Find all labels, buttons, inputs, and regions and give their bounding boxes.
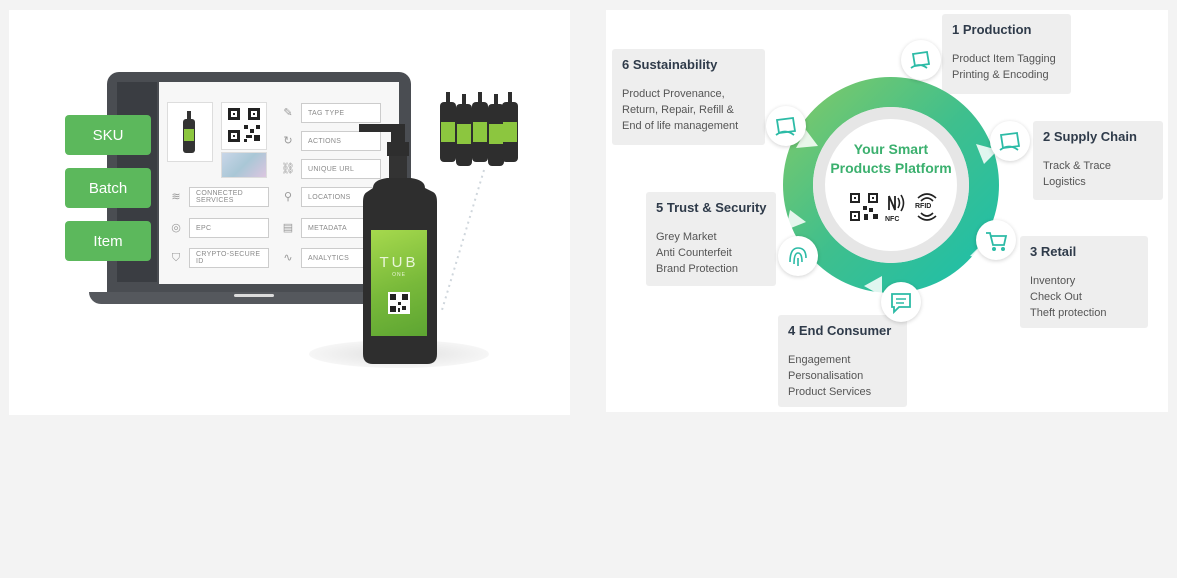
center-title-line1: Your Smart [853,141,929,157]
refresh-icon: ↻ [283,135,293,147]
clipboard-icon: ▤ [282,222,294,234]
stage-box-retail: 3 Retail Inventory Check Out Theft prote… [1020,236,1148,328]
stage-line: Anti Counterfeit [656,247,732,259]
stage-line: Engagement [788,354,851,366]
connector-dotted-line [441,169,485,311]
stage-line: Personalisation [788,370,864,382]
stage-line: End of life management [622,120,739,132]
stage-line: Track & Trace [1043,160,1112,172]
nfc-label: NFC [885,216,900,223]
tag-hand-icon [999,131,1021,151]
node-production [901,40,941,80]
stage-line: Grey Market [656,231,717,243]
shield-icon: ⛉ [171,252,181,264]
field-connected-services: CONNECTED SERVICES [189,187,269,207]
stage-box-trust-security: 5 Trust & Security Grey Market Anti Coun… [646,192,776,286]
tag-hand-icon [910,50,931,69]
field-tag-type: TAG TYPE [301,103,381,123]
stage-title: 5 Trust & Security [656,200,767,215]
stage-title: 3 Retail [1030,244,1077,259]
chat-icon [891,293,911,315]
stage-box-end-consumer: 4 End Consumer Engagement Personalisatio… [778,315,907,407]
label-item: Item [65,221,151,261]
field-crypto-secure-id: CRYPTO-SECURE ID [189,248,269,268]
stage-title: 6 Sustainability [622,57,718,72]
qr-code [221,102,267,150]
laptop-notch [234,294,274,297]
fingerprint-icon [789,247,807,266]
node-end-consumer [881,282,921,322]
stage-title: 2 Supply Chain [1043,129,1137,144]
node-sustainability [766,106,806,146]
node-retail [976,220,1016,260]
qr-code-icon [850,193,878,221]
pulse-icon: ∿ [283,252,293,264]
stage-line: Check Out [1030,291,1082,303]
rfid-label: RFID [915,203,932,210]
big-bottle: TUB ONE [359,122,441,367]
label-batch: Batch [65,168,151,208]
hologram-tag [221,152,267,178]
stage-box-sustainability: 6 Sustainability Product Provenance, Ret… [612,49,765,145]
stage-title: 4 End Consumer [788,323,892,338]
stage-title: 1 Production [952,22,1032,37]
stage-line: Product Provenance, [622,88,725,100]
stage-line: Inventory [1030,275,1076,287]
center-title-line2: Products Platform [830,160,952,176]
node-trust-security [778,236,818,276]
signal-icon: ≋ [171,191,181,203]
qr-code-icon [228,108,260,142]
stage-line: Product Services [788,386,872,398]
bottle-group-icon [440,92,518,166]
nfc-icon [888,194,905,212]
bottle-qr-icon [388,292,410,314]
bottle-brand: TUB [379,254,419,271]
field-epc: EPC [189,218,269,238]
node-supply-chain [990,121,1030,161]
stage-box-supply-chain: 2 Supply Chain Track & Trace Logistics [1033,121,1163,200]
tagging-illustration-panel: ✎ TAG TYPE ↻ ACTIONS ⛓ UNIQUE URL ≋ CONN… [9,10,570,415]
stage-line: Return, Repair, Refill & [622,104,734,116]
bottle-sub: ONE [392,272,406,278]
bottle-label: TUB ONE [371,230,427,336]
stage-line: Theft protection [1030,307,1107,319]
smart-products-cycle-panel: 1 Production Product Item Tagging Printi… [606,10,1168,412]
location-pin-icon: ⚲ [283,191,293,203]
product-thumbnail [167,102,213,162]
center-platform: Your Smart Products Platform NFC RFID [826,120,956,250]
cart-icon [986,232,1008,251]
bottle-thumbnail-icon [183,111,195,153]
label-sku: SKU [65,115,151,155]
fingerprint-icon: ◎ [171,222,181,234]
stage-line: Logistics [1043,176,1086,188]
stage-line: Brand Protection [656,263,738,275]
tag-hand-icon [775,116,797,136]
link-icon: ⛓ [281,163,295,175]
pen-icon: ✎ [283,107,293,119]
